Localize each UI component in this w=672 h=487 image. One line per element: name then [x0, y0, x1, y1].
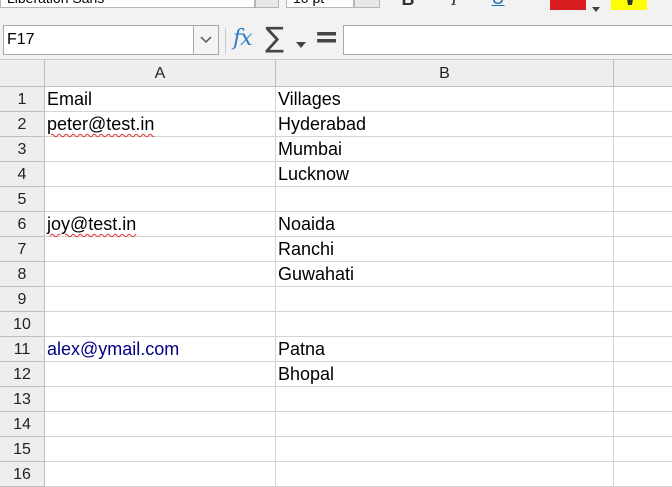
spreadsheet-grid: A B 1 Email Villages 2 peter@test.in Hyderaba… — [0, 60, 672, 487]
font-size-dropdown-button[interactable] — [354, 0, 380, 8]
cell-b[interactable] — [276, 412, 614, 437]
cell-b[interactable]: Patna — [276, 337, 614, 362]
row-header[interactable]: 15 — [0, 437, 45, 462]
cell-c[interactable] — [614, 162, 672, 187]
cell-a[interactable] — [45, 287, 276, 312]
cell-b[interactable]: Noaida — [276, 212, 614, 237]
cell-a[interactable] — [45, 412, 276, 437]
font-name-dropdown-button[interactable] — [255, 0, 279, 8]
cell-b[interactable] — [276, 387, 614, 412]
cell-a-text: alex@ymail.com — [47, 339, 180, 359]
cell-b[interactable]: Lucknow — [276, 162, 614, 187]
cell-a[interactable] — [45, 137, 276, 162]
formula-equals-icon[interactable]: = — [314, 22, 340, 54]
cell-a[interactable] — [45, 262, 276, 287]
toolbar-separator — [225, 28, 226, 54]
font-color-dropdown-icon[interactable] — [592, 0, 600, 12]
cell-b[interactable] — [276, 187, 614, 212]
row-header[interactable]: 12 — [0, 362, 45, 387]
cell-c[interactable] — [614, 262, 672, 287]
cell-a[interactable] — [45, 387, 276, 412]
row-header[interactable]: 6 — [0, 212, 45, 237]
cell-b[interactable]: Hyderabad — [276, 112, 614, 137]
cell-a[interactable]: joy@test.in — [45, 212, 276, 237]
name-box-dropdown-button[interactable] — [193, 25, 219, 55]
cell-b[interactable] — [276, 462, 614, 487]
sum-dropdown-icon[interactable] — [295, 36, 307, 48]
name-box[interactable]: F17 — [3, 25, 194, 55]
row-header[interactable]: 9 — [0, 287, 45, 312]
column-header-a[interactable]: A — [45, 60, 276, 87]
row-header[interactable]: 4 — [0, 162, 45, 187]
italic-button[interactable]: I — [442, 0, 466, 8]
cell-c[interactable] — [614, 287, 672, 312]
cell-b[interactable]: Mumbai — [276, 137, 614, 162]
cell-c[interactable] — [614, 312, 672, 337]
row-header[interactable]: 7 — [0, 237, 45, 262]
cell-a[interactable]: peter@test.in — [45, 112, 276, 137]
chevron-down-icon — [200, 36, 212, 44]
cell-a[interactable] — [45, 312, 276, 337]
bold-button[interactable]: B — [396, 0, 420, 8]
font-color-swatch[interactable] — [550, 0, 586, 10]
cell-a-text: Email — [47, 89, 93, 109]
row-header[interactable]: 11 — [0, 337, 45, 362]
cell-c[interactable] — [614, 237, 672, 262]
cell-c[interactable] — [614, 212, 672, 237]
formatting-toolbar: Liberation Sans 10 pt B I U — [0, 0, 672, 22]
cell-b[interactable] — [276, 437, 614, 462]
row-header[interactable]: 3 — [0, 137, 45, 162]
cell-c[interactable] — [614, 137, 672, 162]
cell-a[interactable] — [45, 187, 276, 212]
font-size-input[interactable]: 10 pt — [286, 0, 354, 8]
formula-input[interactable] — [343, 25, 672, 55]
row-header[interactable]: 14 — [0, 412, 45, 437]
cell-a[interactable]: alex@ymail.com — [45, 337, 276, 362]
cell-a[interactable]: Email — [45, 87, 276, 112]
cell-b[interactable] — [276, 287, 614, 312]
row-header[interactable]: 1 — [0, 87, 45, 112]
cell-b[interactable] — [276, 312, 614, 337]
cell-c[interactable] — [614, 362, 672, 387]
cell-c[interactable] — [614, 387, 672, 412]
cell-a-text: peter@test.in — [47, 114, 155, 134]
highlighter-icon[interactable] — [623, 0, 637, 6]
cell-a-text: joy@test.in — [47, 214, 137, 234]
cell-c[interactable] — [614, 412, 672, 437]
select-all-corner[interactable] — [0, 60, 45, 87]
cell-c[interactable] — [614, 112, 672, 137]
row-header[interactable]: 10 — [0, 312, 45, 337]
cell-b[interactable]: Villages — [276, 87, 614, 112]
cell-a[interactable] — [45, 462, 276, 487]
cell-a[interactable] — [45, 162, 276, 187]
font-name-input[interactable]: Liberation Sans — [0, 0, 255, 8]
row-header[interactable]: 13 — [0, 387, 45, 412]
cell-c[interactable] — [614, 187, 672, 212]
row-header[interactable]: 16 — [0, 462, 45, 487]
cell-c[interactable] — [614, 87, 672, 112]
sum-icon[interactable]: ∑ — [265, 22, 287, 54]
formula-bar: F17 fx ∑ = — [0, 22, 672, 60]
cell-a[interactable] — [45, 437, 276, 462]
cell-b[interactable]: Guwahati — [276, 262, 614, 287]
cell-c[interactable] — [614, 462, 672, 487]
column-header-b[interactable]: B — [276, 60, 614, 87]
cell-a[interactable] — [45, 362, 276, 387]
row-header[interactable]: 5 — [0, 187, 45, 212]
cell-b[interactable]: Bhopal — [276, 362, 614, 387]
cell-c[interactable] — [614, 437, 672, 462]
cell-c[interactable] — [614, 337, 672, 362]
cell-b[interactable]: Ranchi — [276, 237, 614, 262]
underline-button[interactable]: U — [486, 0, 510, 8]
column-header-c[interactable] — [614, 60, 672, 87]
row-header[interactable]: 8 — [0, 262, 45, 287]
function-wizard-icon[interactable]: fx — [233, 24, 259, 54]
cell-a[interactable] — [45, 237, 276, 262]
row-header[interactable]: 2 — [0, 112, 45, 137]
